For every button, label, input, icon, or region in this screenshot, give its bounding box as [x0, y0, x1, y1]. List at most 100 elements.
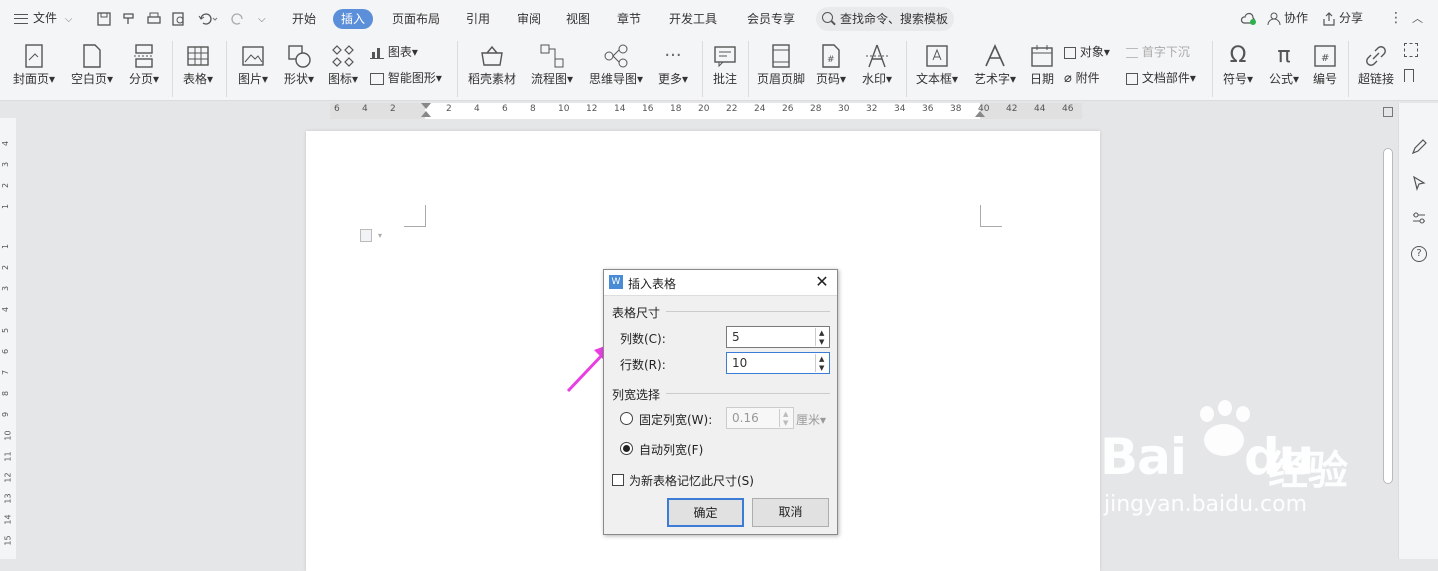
scroll-top-icon[interactable] [1383, 107, 1393, 117]
spin-arrows-icon[interactable]: ▲ ▼ [815, 328, 828, 346]
pi-icon: π [1277, 43, 1291, 68]
remember-size-checkbox[interactable] [612, 474, 624, 486]
help-icon[interactable]: ? [1411, 246, 1427, 262]
ruler-tick-label: 10 [558, 104, 570, 114]
paragraph-options-icon[interactable] [360, 229, 372, 242]
ribbon-separator [702, 41, 703, 97]
ruler-tick-label: 4 [1, 140, 11, 147]
collab-button[interactable]: 协作 [1267, 0, 1308, 37]
insert-table-dialog: W 插入表格 ✕ 表格尺寸 列数(C): 5 ▲ ▼ 行数(R): 10 ▲ ▼ 列… [603, 269, 838, 535]
unit-dropdown[interactable]: 厘米▾ [796, 411, 826, 428]
date-button[interactable]: 日期 [1026, 37, 1058, 101]
search-input[interactable]: 查找命令、搜索模板 [816, 7, 954, 31]
quick-access-dropdown-icon[interactable]: ⌵ [258, 0, 266, 37]
cloud-sync-icon[interactable] [1240, 0, 1258, 37]
formula-button[interactable]: π 公式▾ [1264, 37, 1304, 101]
fixed-width-radio[interactable] [620, 412, 633, 425]
tab-review[interactable]: 审阅 [517, 9, 541, 29]
object-button[interactable]: 对象▾ [1064, 43, 1110, 61]
mindmap-icon [604, 44, 628, 68]
more-button[interactable]: ··· 更多▾ [654, 37, 692, 101]
mindmap-button[interactable]: 思维导图▾ [586, 37, 646, 101]
cols-spinbox[interactable]: 5 ▲ ▼ [726, 326, 830, 348]
tab-page-layout[interactable]: 页面布局 [392, 9, 440, 29]
ruler-tick-label: 36 [922, 104, 934, 114]
more-vertical-icon[interactable]: ⋮ [1389, 0, 1403, 37]
spin-arrows-icon[interactable]: ▲ ▼ [815, 354, 828, 372]
blank-page-button[interactable]: 空白页▾ [66, 37, 118, 101]
ruler-tick-label: 44 [1034, 104, 1046, 114]
watermark-button[interactable]: 水印▾ [856, 37, 898, 101]
ruler-tick-label: 32 [866, 104, 878, 114]
auto-width-radio[interactable] [620, 442, 633, 455]
hyperlink-button[interactable]: 超链接 [1354, 37, 1398, 101]
ruler-tick-label: 30 [838, 104, 850, 114]
ruler-tick-label: 15 [3, 535, 13, 546]
indent-marker-icon[interactable] [421, 111, 431, 117]
share-button[interactable]: 分享 [1322, 0, 1363, 37]
file-menu[interactable]: 文件 ⌵ [14, 0, 72, 37]
cover-page-button[interactable]: 封面页▾ [8, 37, 60, 101]
docparts-button[interactable]: 文档部件▾ [1126, 69, 1196, 87]
bookmark-icon[interactable] [1404, 69, 1414, 87]
smartart-button[interactable]: 智能图形▾ [370, 69, 442, 87]
close-icon[interactable]: ✕ [814, 274, 830, 290]
ruler-tick-label: 3 [1, 285, 11, 292]
right-indent-marker-icon[interactable] [975, 111, 985, 117]
tab-view[interactable]: 视图 [566, 9, 590, 29]
table-button[interactable]: 表格▾ [177, 37, 219, 101]
docparts-icon [1126, 72, 1138, 85]
calendar-icon [1031, 45, 1053, 67]
chevron-down-icon[interactable]: ▾ [378, 231, 382, 240]
tab-developer[interactable]: 开发工具 [669, 9, 717, 29]
picture-button[interactable]: 图片▾ [232, 37, 274, 101]
tab-insert[interactable]: 插入 [333, 9, 374, 29]
comment-button[interactable]: 批注 [708, 37, 742, 101]
settings-sliders-icon[interactable] [1411, 210, 1427, 226]
indent-marker-icon[interactable] [421, 103, 431, 109]
cursor-icon[interactable] [1411, 175, 1427, 191]
tab-member[interactable]: 会员专享 [747, 9, 795, 29]
ribbon-separator [226, 41, 227, 97]
page-break-button[interactable]: 分页▾ [122, 37, 166, 101]
textbox-icon [926, 45, 948, 67]
dialog-title: 插入表格 [628, 277, 677, 291]
chevron-down-icon: ⌵ [64, 14, 73, 25]
ruler-tick-label: 6 [1, 348, 11, 355]
crossref-icon[interactable] [1404, 43, 1418, 61]
symbol-button[interactable]: Ω 符号▾ [1218, 37, 1258, 101]
spin-arrows-icon[interactable]: ▲ ▼ [779, 409, 792, 427]
cancel-button[interactable]: 取消 [752, 498, 829, 527]
shape-button[interactable]: 形状▾ [278, 37, 320, 101]
wordart-button[interactable]: 艺术字▾ [970, 37, 1020, 101]
chart-button[interactable]: 图表▾ [370, 43, 418, 61]
ruler-tick-label: 13 [3, 493, 13, 504]
dropcap-button[interactable]: 首字下沉 [1126, 43, 1190, 61]
tab-references[interactable]: 引用 [466, 9, 490, 29]
header-footer-button[interactable]: 页眉页脚 [754, 37, 808, 101]
format-painter-icon[interactable] [121, 0, 137, 37]
numbering-icon: # [1314, 45, 1336, 67]
numbering-button[interactable]: # 编号 [1308, 37, 1342, 101]
ruler-tick-label: 2 [1, 264, 11, 271]
collapse-ribbon-icon[interactable]: ︿ [1412, 0, 1423, 37]
print-icon[interactable] [146, 0, 162, 37]
pen-icon[interactable] [1411, 139, 1427, 155]
undo-icon[interactable] [197, 0, 219, 37]
flowchart-button[interactable]: 流程图▾ [528, 37, 576, 101]
page-number-button[interactable]: # 页码▾ [812, 37, 850, 101]
tab-home[interactable]: 开始 [292, 9, 316, 29]
tab-section[interactable]: 章节 [617, 9, 641, 29]
icon-button[interactable]: 图标▾ [322, 37, 364, 101]
ruler-tick-label: 14 [614, 104, 626, 114]
save-icon[interactable] [96, 0, 112, 37]
ok-button[interactable]: 确定 [667, 498, 744, 527]
material-button[interactable]: 稻壳素材 [464, 37, 520, 101]
textbox-button[interactable]: 文本框▾ [912, 37, 962, 101]
redo-icon[interactable] [230, 0, 246, 37]
fixed-width-spinbox[interactable]: 0.16 ▲ ▼ [726, 407, 794, 429]
print-preview-icon[interactable] [171, 0, 187, 37]
attachment-button[interactable]: ⌀ 附件 [1064, 69, 1100, 87]
rows-spinbox[interactable]: 10 ▲ ▼ [726, 352, 830, 374]
column-width-group-label: 列宽选择 [612, 388, 661, 402]
